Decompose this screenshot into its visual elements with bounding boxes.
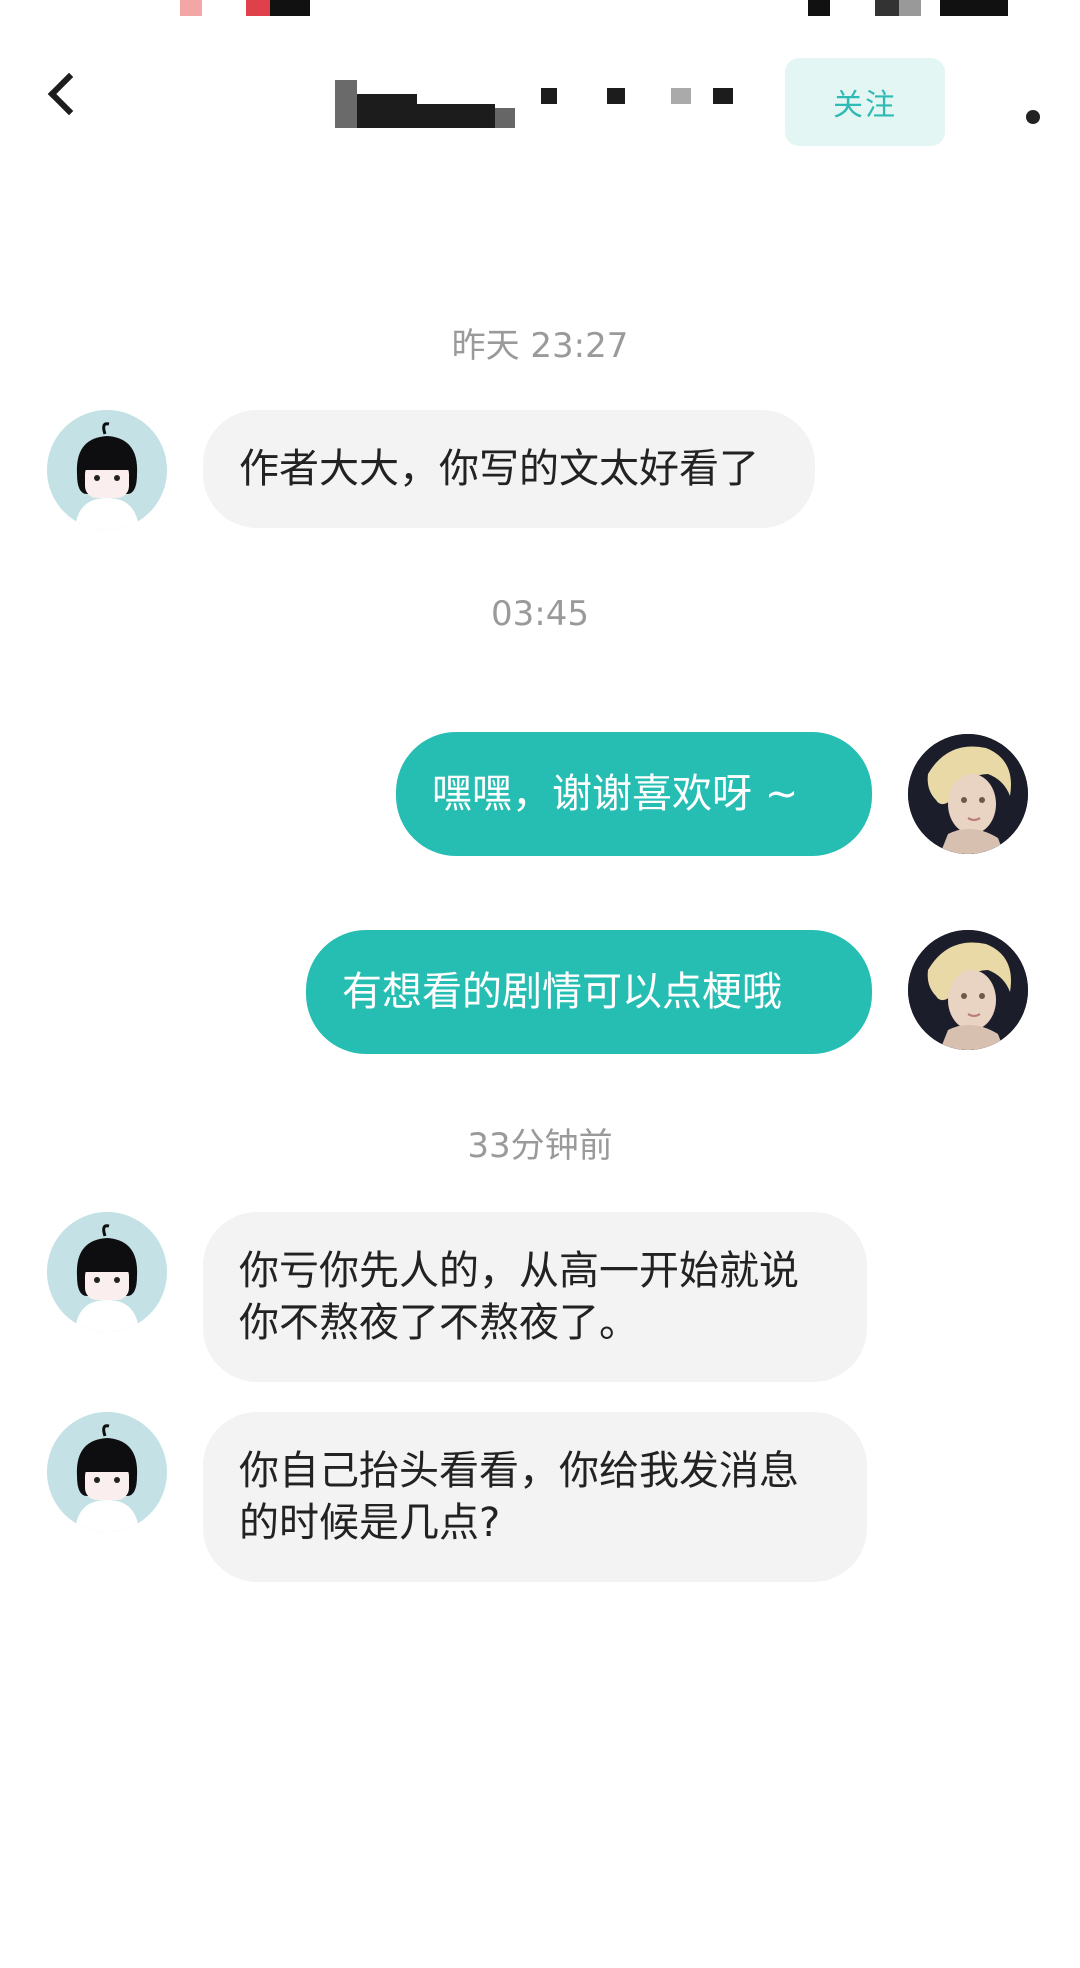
cartoon-avatar-icon [47,1212,167,1332]
timestamp: 昨天 23:27 [451,326,629,366]
message-text: 嘿嘿，谢谢喜欢呀 ~ [432,771,799,817]
avatar[interactable] [908,930,1028,1050]
message-text: 你亏你先人的，从高一开始就说 [239,1248,799,1294]
back-button[interactable] [36,66,92,122]
portrait-avatar-icon [908,734,1028,854]
status-block [246,0,270,16]
chevron-left-icon [47,72,91,116]
portrait-avatar-icon [908,930,1028,1050]
message-text: 你自己抬头看看，你给我发消息 [239,1448,799,1494]
contact-name-censored [335,80,735,170]
avatar[interactable] [47,1412,167,1532]
status-block [940,0,1008,16]
status-block [808,0,830,16]
message-text: 有想看的剧情可以点梗哦 [342,969,782,1015]
message-text: 你不熬夜了不熬夜了。 [239,1300,639,1346]
follow-label: 关注 [833,88,897,123]
cartoon-avatar-icon [47,1412,167,1532]
status-bar [0,0,1080,18]
message-bubble-incoming[interactable]: 作者大大，你写的文太好看了 [203,410,815,528]
status-block [180,0,202,16]
follow-button[interactable]: 关注 [785,58,945,146]
avatar[interactable] [47,410,167,530]
more-dot-icon[interactable] [1026,110,1040,124]
chat-header: 关注 [0,40,1080,160]
message-text: 的时候是几点? [239,1500,501,1546]
message-text: 作者大大，你写的文太好看了 [239,446,759,492]
status-block [270,0,310,16]
avatar[interactable] [47,1212,167,1332]
message-bubble-incoming[interactable]: 你自己抬头看看，你给我发消息 的时候是几点? [203,1412,867,1582]
timestamp: 03:45 [491,594,589,634]
message-bubble-incoming[interactable]: 你亏你先人的，从高一开始就说 你不熬夜了不熬夜了。 [203,1212,867,1382]
timestamp: 33分钟前 [467,1126,613,1166]
status-block [875,0,899,16]
message-bubble-outgoing[interactable]: 嘿嘿，谢谢喜欢呀 ~ [396,732,872,856]
message-bubble-outgoing[interactable]: 有想看的剧情可以点梗哦 [306,930,872,1054]
cartoon-avatar-icon [47,410,167,530]
avatar[interactable] [908,734,1028,854]
status-block [899,0,921,16]
